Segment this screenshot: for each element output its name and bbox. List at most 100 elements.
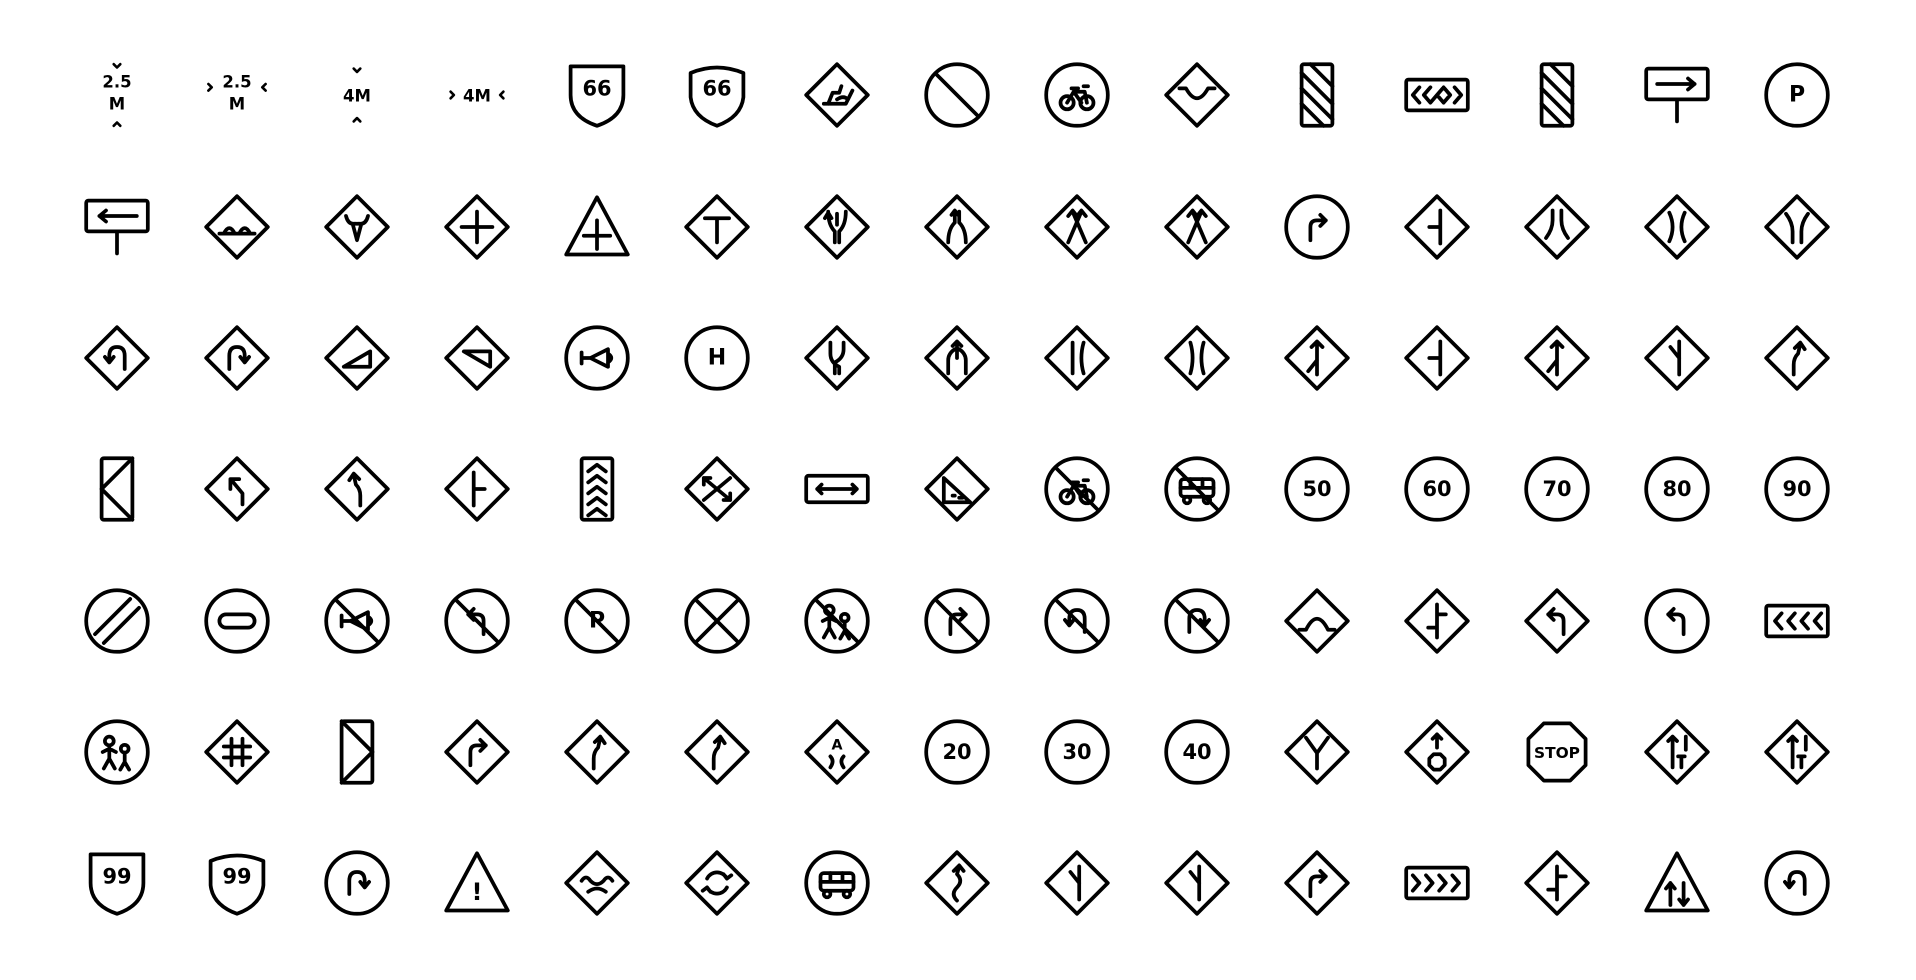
side-road-left-icon [1404,194,1470,260]
no-right-turn-icon [924,588,990,654]
sign-text: M [229,94,245,113]
road-narrows-icon [1524,194,1590,260]
turn-left-mandatory-icon [1644,588,1710,654]
speed-limit-70-icon: 70 [1524,456,1590,522]
sign-text: P [1789,83,1805,108]
lane-shift-left-icon [1044,194,1110,260]
route-66-rounded-shield-icon: 66 [684,62,750,128]
u-turn-circle-icon [1764,850,1830,916]
merge-lanes-icon [804,194,870,260]
t-junction-icon [684,194,750,260]
branch-right-icon [1524,325,1590,391]
parking-icon: P [1764,62,1830,128]
lane-merge-icon [924,325,990,391]
u-turn-right-icon [204,325,270,391]
school-zone-icon: A [804,719,870,785]
cattle-crossing-icon [324,194,390,260]
lane-curve-icon [804,325,870,391]
sign-text: 40 [1182,740,1211,764]
side-road-merge-icon [1284,325,1350,391]
no-pedestrians-icon [804,588,870,654]
chevron-up-marker-icon [564,456,630,522]
speed-limit-50-icon: 50 [1284,456,1350,522]
turn-left-warning-icon [1524,588,1590,654]
chevron-marker-icon [1404,62,1470,128]
lane-shift-right-icon [1164,194,1230,260]
bus-icon [804,850,870,916]
t-intersection-arrow-right-icon [1764,719,1830,785]
side-road-left-2-icon [1404,325,1470,391]
no-parking-icon: P [564,588,630,654]
sign-text: 80 [1662,477,1691,501]
width-indicator-icon [804,456,870,522]
speed-bump-icon [204,194,270,260]
speed-limit-40-icon: 40 [1164,719,1230,785]
route-99-rounded-shield-icon: 99 [204,850,270,916]
max-height-2.5m-icon: 2.5 M [84,62,150,128]
max-height-4m-icon: 4M [324,62,390,128]
falling-rocks-icon [924,456,990,522]
sign-text: ! [471,878,482,906]
two-way-traffic-icon [1644,850,1710,916]
uneven-road-icon [564,850,630,916]
left-direction-board-icon [84,456,150,522]
roundabout-icon [684,850,750,916]
no-entry-icon [924,62,990,128]
chevron-left-marker-icon [1764,588,1830,654]
stop-sign-icon: STOP [1524,719,1590,785]
sign-text: 99 [222,864,251,888]
sign-text: 60 [1422,477,1451,501]
speed-limit-60-icon: 60 [1404,456,1470,522]
steep-ascent-icon [324,325,390,391]
lane-narrows-left-icon [1044,325,1110,391]
max-width-2.5m-icon: 2.5 M [204,62,270,128]
road-sign-icon-grid: 2.5 M 2.5 M 4M 4M 66 66 P H 50 60 70 80 90 P A 20 30 40 STOP… [0,0,1916,980]
pedestrians-icon [84,719,150,785]
steep-descent-icon [444,325,510,391]
chevron-right-marker-icon [1404,850,1470,916]
side-road-right-2-icon [1164,850,1230,916]
bicycle-icon [1044,62,1110,128]
right-direction-board-icon [324,719,390,785]
keep-left-icon [204,456,270,522]
side-road-left-3-icon [1044,850,1110,916]
sign-text: 2.5 [222,72,251,91]
bend-right-2-icon [684,719,750,785]
lane-narrows-right-icon [1164,325,1230,391]
sign-text: H [708,346,726,371]
sign-text: 50 [1302,477,1331,501]
horn-icon [564,325,630,391]
narrow-bridge-icon [1644,194,1710,260]
hump-icon [1284,588,1350,654]
sign-text: 70 [1542,477,1571,501]
speed-limit-30-icon: 30 [1044,719,1110,785]
diverge-lanes-icon [924,194,990,260]
speed-limit-20-icon: 20 [924,719,990,785]
sign-text: A [831,737,842,753]
sign-text: 2.5 [102,72,131,91]
side-road-right-icon [444,456,510,522]
route-66-shield-icon: 66 [564,62,630,128]
two-way-split-icon [684,456,750,522]
sign-text: 99 [102,864,131,888]
turn-right-circle-icon [324,850,390,916]
curve-left-icon [324,456,390,522]
no-horn-icon [324,588,390,654]
speed-limit-80-icon: 80 [1644,456,1710,522]
winding-road-icon [924,850,990,916]
crossroad-icon [444,194,510,260]
no-entry-bar-icon [204,588,270,654]
stop-ahead-icon [1404,719,1470,785]
max-width-4m-icon: 4M [444,62,510,128]
sign-text: 66 [582,76,611,100]
no-bicycle-icon [1044,456,1110,522]
sign-text: STOP [1534,744,1580,762]
sign-text: 90 [1782,477,1811,501]
turn-right-icon [1284,194,1350,260]
sign-text: 66 [702,76,731,100]
railroad-crossing-icon [204,719,270,785]
bend-right-icon [1764,325,1830,391]
direction-left-sign-icon [84,194,150,260]
sign-text: 30 [1062,740,1091,764]
staggered-junction-icon [1404,588,1470,654]
